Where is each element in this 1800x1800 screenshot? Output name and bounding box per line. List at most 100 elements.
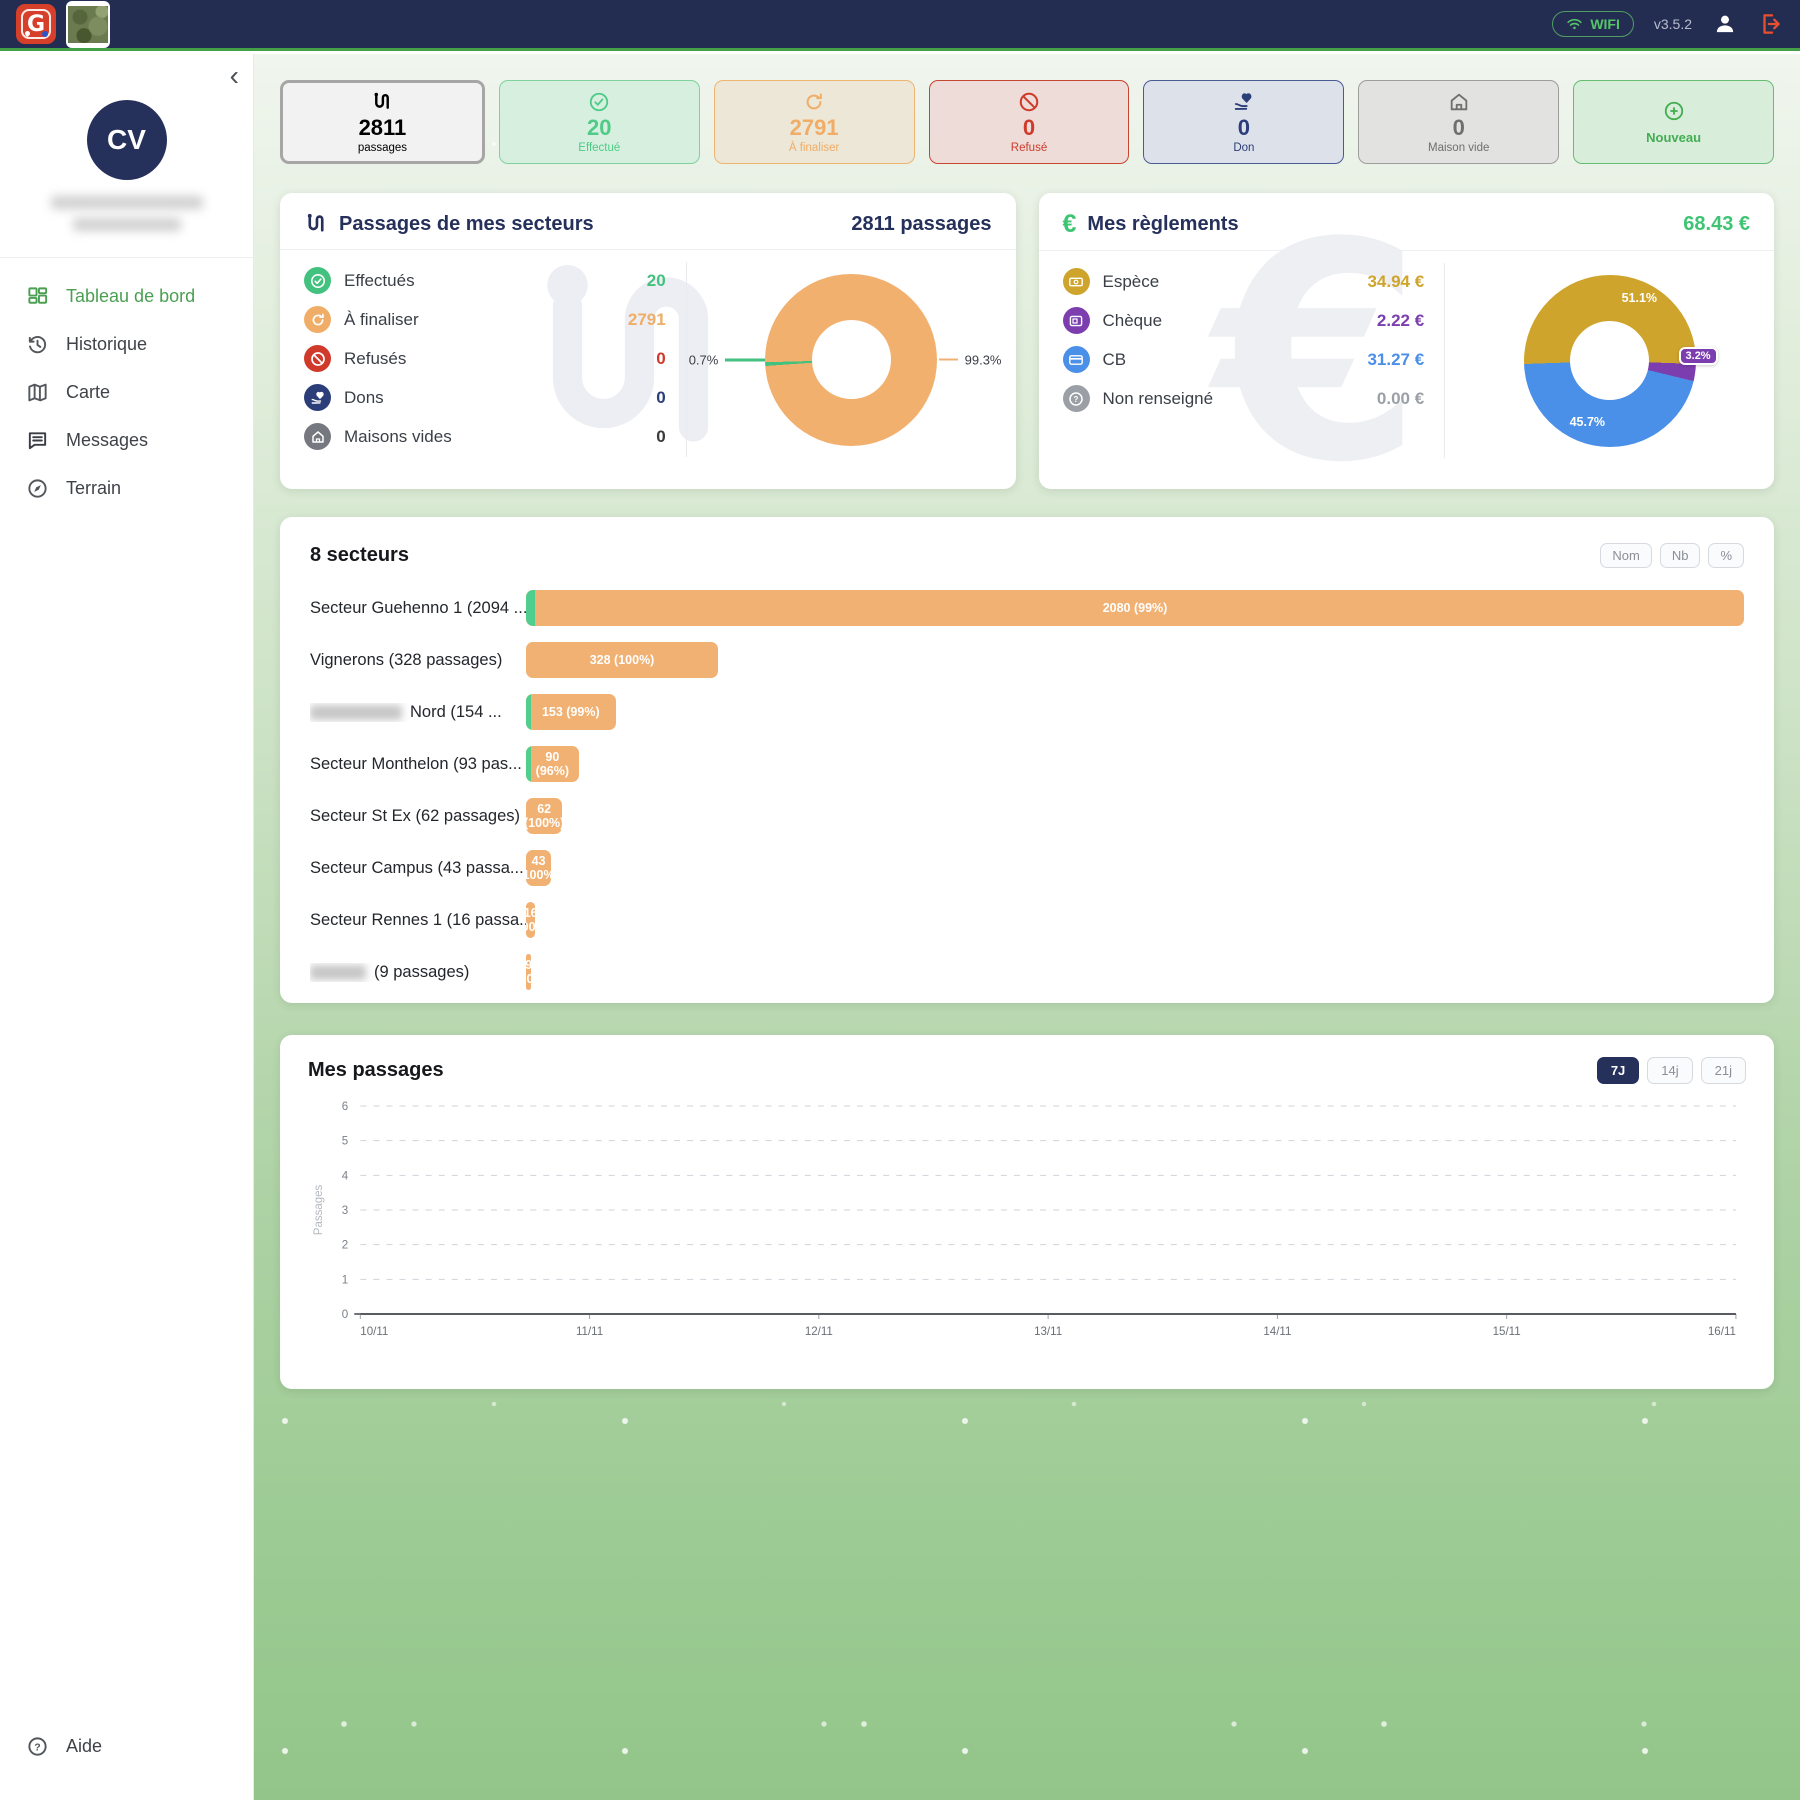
- list-item-value: 34.94 €: [1367, 272, 1424, 292]
- list-item-value: 0: [656, 427, 665, 447]
- stat-card-refuse[interactable]: 0 Refusé: [929, 80, 1130, 164]
- chart-title: Mes passages: [308, 1059, 1589, 1082]
- map-thumbnail-image: [68, 6, 108, 43]
- list-item-value: 2791: [628, 310, 666, 330]
- reglements-breakdown-list: Espèce 34.94 € Chèque 2.22 € CB 31.27 € …: [1039, 251, 1445, 470]
- list-item: Effectués 20: [304, 267, 666, 294]
- period-14d-button[interactable]: 14j: [1647, 1057, 1692, 1084]
- sort-by-name-button[interactable]: Nom: [1600, 543, 1651, 568]
- reglements-donut-chart: [1524, 275, 1696, 447]
- secteur-bar[interactable]: 9 (100%): [526, 954, 531, 990]
- sidebar-item-historique[interactable]: Historique: [0, 320, 253, 368]
- sidebar-item-aide[interactable]: ? Aide: [0, 1722, 253, 1770]
- hand-heart-icon: [1233, 90, 1255, 114]
- message-icon: [26, 429, 49, 452]
- green-callout-line: [725, 358, 765, 361]
- list-item-label: Non renseigné: [1103, 389, 1377, 409]
- secteur-row[interactable]: Secteur Monthelon (93 pas... 90 (96%): [310, 746, 1744, 782]
- app-logo[interactable]: G: [16, 4, 56, 44]
- check-circle-icon: [588, 90, 610, 114]
- secteur-bar-value-label: 328 (100%): [588, 653, 657, 667]
- dashboard-icon: [26, 285, 49, 308]
- sidebar-item-tableau-de-bord[interactable]: Tableau de bord: [0, 272, 253, 320]
- sidebar-item-terrain[interactable]: Terrain: [0, 464, 253, 512]
- list-item: Chèque 2.22 €: [1063, 307, 1425, 334]
- secteur-row[interactable]: Secteur Campus (43 passa... 43 (100%): [310, 850, 1744, 886]
- sort-by-count-button[interactable]: Nb: [1660, 543, 1701, 568]
- secteur-row[interactable]: Secteur St Ex (62 passages) 62 (100%): [310, 798, 1744, 834]
- wifi-label: WIFI: [1590, 16, 1620, 32]
- period-7d-button[interactable]: 7J: [1597, 1057, 1639, 1084]
- period-21d-button[interactable]: 21j: [1701, 1057, 1746, 1084]
- secteur-bar[interactable]: 2080 (99%): [526, 590, 1744, 626]
- stat-value: 2791: [790, 116, 839, 140]
- secteur-row[interactable]: Secteur Rennes 1 (16 passa... 16 (100%): [310, 902, 1744, 938]
- secteur-row[interactable]: Nord (154 ... 153 (99%): [310, 694, 1744, 730]
- secteur-row[interactable]: Vignerons (328 passages) 328 (100%): [310, 642, 1744, 678]
- secteur-bar-value-label: 43 (100%): [526, 854, 551, 883]
- secteur-bar[interactable]: 43 (100%): [526, 850, 551, 886]
- card-icon: [1063, 346, 1090, 373]
- secteur-label: Vignerons (328 passages): [310, 651, 526, 670]
- stat-label: Maison vide: [1428, 142, 1489, 154]
- reglements-card: € Mes règlements 68.43 € € Espèce 34.94 …: [1039, 193, 1775, 489]
- sidebar: ‹ CV Tableau de bord Historique Carte: [0, 54, 254, 1800]
- passages-breakdown-list: Effectués 20 À finaliser 2791 Refusés 0 …: [280, 250, 686, 469]
- stat-value: 0: [1453, 116, 1465, 140]
- svg-text:15/11: 15/11: [1493, 1326, 1521, 1338]
- sidebar-item-messages[interactable]: Messages: [0, 416, 253, 464]
- list-item-label: CB: [1103, 350, 1368, 370]
- secteur-bar[interactable]: 16 (100%): [526, 902, 535, 938]
- mes-passages-card: Mes passages 7J 14j 21j 012345610/1111/1…: [280, 1035, 1774, 1389]
- refresh-icon: [304, 306, 331, 333]
- reglements-donut-area: 51.1% 3.2% 45.7%: [1445, 251, 1774, 470]
- secteur-bar[interactable]: 62 (100%): [526, 798, 562, 834]
- stat-value: 0: [1023, 116, 1035, 140]
- reglements-total: 68.43 €: [1683, 213, 1750, 236]
- cheque-icon: [1063, 307, 1090, 334]
- card-title: Passages de mes secteurs: [339, 213, 851, 236]
- list-item: À finaliser 2791: [304, 306, 666, 333]
- svg-text:5: 5: [342, 1136, 348, 1148]
- secteurs-bar-list: Secteur Guehenno 1 (2094 ... 2080 (99%) …: [310, 590, 1744, 990]
- secteur-bar[interactable]: 328 (100%): [526, 642, 718, 678]
- heart-hand-icon: [304, 384, 331, 411]
- list-item: ? Non renseigné 0.00 €: [1063, 385, 1425, 412]
- stat-card-passages[interactable]: 2811 passages: [280, 80, 485, 164]
- sidebar-item-label: Carte: [66, 382, 110, 403]
- donut-espece-label: 51.1%: [1622, 291, 1657, 305]
- stat-card-maison-vide[interactable]: 0 Maison vide: [1358, 80, 1559, 164]
- svg-text:13/11: 13/11: [1034, 1326, 1062, 1338]
- avatar[interactable]: CV: [87, 100, 167, 180]
- secteur-bar[interactable]: 153 (99%): [526, 694, 616, 730]
- stat-card-a-finaliser[interactable]: 2791 À finaliser: [714, 80, 915, 164]
- topbar: G WIFI v3.5.2: [0, 0, 1800, 51]
- sidebar-item-carte[interactable]: Carte: [0, 368, 253, 416]
- question-icon: ?: [1063, 385, 1090, 412]
- secteur-bar[interactable]: 90 (96%): [526, 746, 579, 782]
- svg-text:6: 6: [342, 1101, 348, 1113]
- route-icon: [304, 212, 328, 236]
- secteur-row[interactable]: (9 passages) 9 (100%): [310, 954, 1744, 990]
- svg-text:12/11: 12/11: [805, 1326, 833, 1338]
- map-thumbnail[interactable]: [66, 1, 110, 48]
- secteur-label: Secteur Guehenno 1 (2094 ...: [310, 599, 526, 618]
- list-item-label: Dons: [344, 388, 656, 408]
- house-icon: [304, 423, 331, 450]
- svg-text:3: 3: [342, 1205, 348, 1217]
- logout-icon[interactable]: [1758, 11, 1784, 37]
- sidebar-help-label: Aide: [66, 1736, 102, 1757]
- history-icon: [26, 333, 49, 356]
- new-passage-button[interactable]: Nouveau: [1573, 80, 1774, 164]
- user-name-redacted: [51, 196, 203, 209]
- stat-card-don[interactable]: 0 Don: [1143, 80, 1344, 164]
- stat-card-effectue[interactable]: 20 Effectué: [499, 80, 700, 164]
- euro-icon: €: [1063, 212, 1077, 237]
- list-item: Maisons vides 0: [304, 423, 666, 450]
- wifi-icon: [1566, 17, 1583, 31]
- user-icon[interactable]: [1712, 11, 1738, 37]
- sort-by-percent-button[interactable]: %: [1708, 543, 1744, 568]
- sidebar-collapse-button[interactable]: ‹: [230, 62, 239, 90]
- stat-label: passages: [358, 142, 407, 154]
- secteur-row[interactable]: Secteur Guehenno 1 (2094 ... 2080 (99%): [310, 590, 1744, 626]
